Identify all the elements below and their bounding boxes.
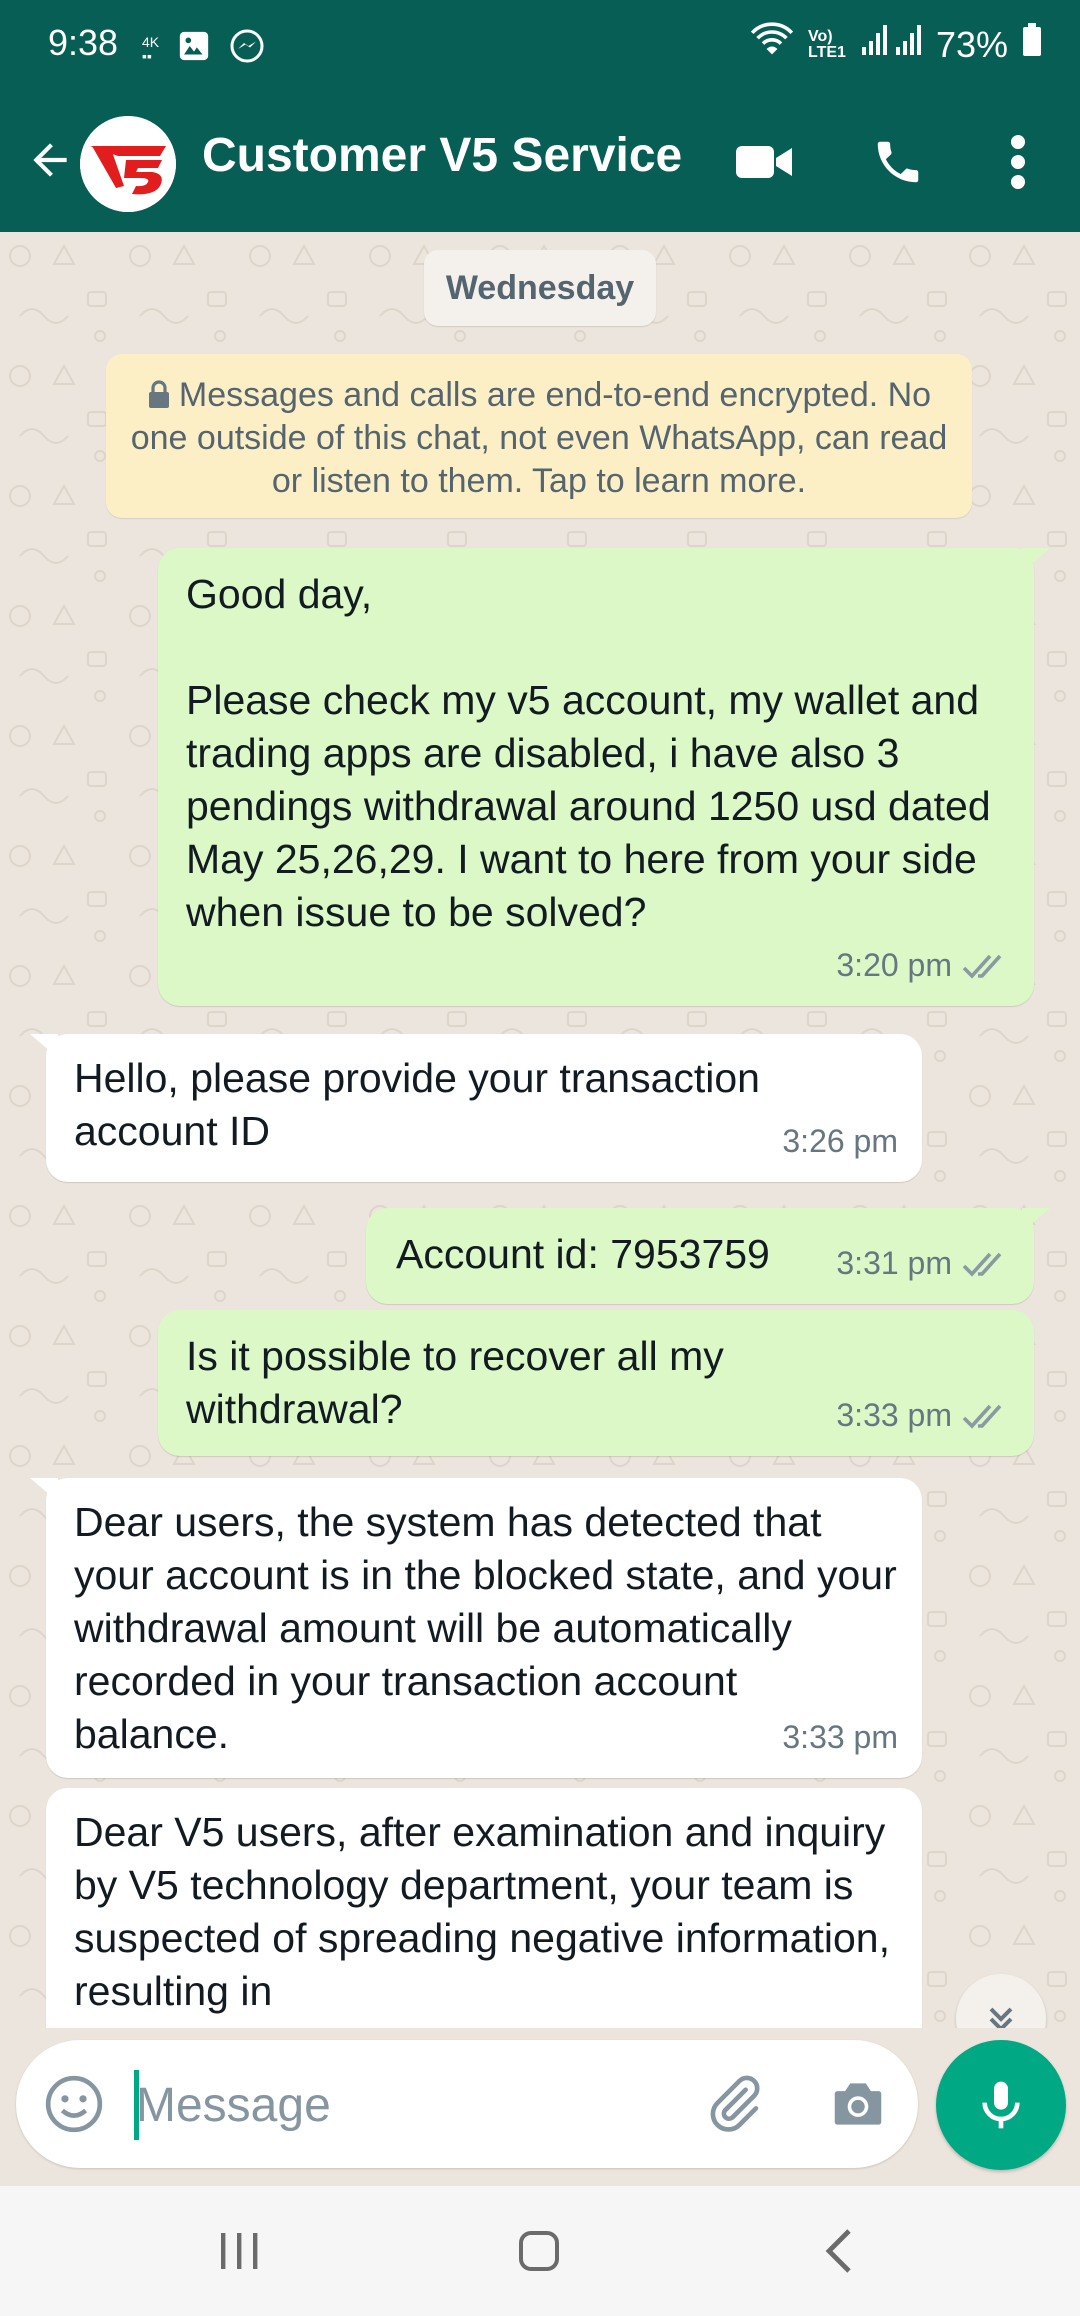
- back-button[interactable]: [18, 128, 82, 192]
- more-vert-icon: [1011, 135, 1025, 189]
- video-call-icon: [736, 146, 792, 178]
- message-text: Dear users, the system has detected that…: [74, 1499, 897, 1757]
- recent-apps-icon: [221, 2233, 258, 2269]
- back-arrow-icon: [33, 143, 67, 177]
- bubble-tail: [30, 1034, 58, 1058]
- back-icon: [825, 2229, 851, 2273]
- message-incoming[interactable]: Dear V5 users, after examination and inq…: [46, 1788, 922, 2028]
- message-outgoing[interactable]: Account id: 7953759 3:31 pm: [366, 1208, 1050, 1304]
- messenger-icon: [229, 28, 265, 69]
- bubble-tail: [30, 1478, 58, 1502]
- status-bar: 9:38 4K ▪▪ Vo) LTE1 73%: [0, 0, 1080, 92]
- 4k-recording-icon: 4K ▪▪: [142, 33, 160, 64]
- wifi-icon: [750, 22, 794, 67]
- emoji-icon: [45, 2075, 103, 2133]
- message-text: Hello, please provide your transaction a…: [74, 1055, 760, 1154]
- microphone-icon: [982, 2081, 1020, 2129]
- attach-button[interactable]: [696, 2066, 772, 2142]
- double-chevron-down-icon: [989, 2007, 1013, 2028]
- encryption-notice[interactable]: Messages and calls are end-to-end encryp…: [106, 354, 972, 518]
- home-button[interactable]: [494, 2216, 584, 2286]
- home-icon: [519, 2231, 559, 2271]
- bubble-tail: [1022, 548, 1050, 572]
- message-incoming[interactable]: Dear users, the system has detected that…: [30, 1478, 922, 1778]
- voice-message-button[interactable]: [936, 2040, 1066, 2170]
- signal-icon: [860, 23, 922, 66]
- gallery-icon: [177, 29, 211, 68]
- video-call-button[interactable]: [724, 122, 804, 202]
- message-incoming[interactable]: Hello, please provide your transaction a…: [30, 1034, 922, 1182]
- emoji-button[interactable]: [38, 2068, 110, 2140]
- message-composer: [16, 2040, 918, 2168]
- read-ticks-icon: [962, 1404, 1002, 1429]
- message-text: Good day, Please check my v5 account, my…: [186, 571, 991, 935]
- camera-icon: [834, 2083, 882, 2125]
- phone-icon: [877, 141, 919, 183]
- message-time: 3:33 pm: [782, 1719, 898, 1755]
- voice-call-button[interactable]: [858, 122, 938, 202]
- chat-area[interactable]: Wednesday Messages and calls are end-to-…: [0, 232, 1080, 2028]
- message-text: Dear V5 users, after examination and inq…: [74, 1809, 890, 2014]
- message-input[interactable]: [134, 2064, 678, 2146]
- battery-icon: [1022, 23, 1042, 66]
- recent-apps-button[interactable]: [194, 2216, 284, 2286]
- chat-header: 9:38 4K ▪▪ Vo) LTE1 73% Customer V5 Serv…: [0, 0, 1080, 232]
- message-time: 3:26 pm: [782, 1123, 898, 1159]
- system-back-button[interactable]: [796, 2216, 886, 2286]
- camera-button[interactable]: [820, 2066, 896, 2142]
- status-time: 9:38: [48, 22, 119, 63]
- encryption-text: Messages and calls are end-to-end encryp…: [130, 376, 948, 500]
- read-ticks-icon: [962, 1252, 1002, 1277]
- message-outgoing[interactable]: Good day, Please check my v5 account, my…: [158, 548, 1050, 1006]
- more-options-button[interactable]: [978, 122, 1058, 202]
- lock-icon: [148, 380, 169, 408]
- app-bar: Customer V5 Service: [0, 92, 1080, 232]
- message-outgoing[interactable]: Is it possible to recover all my withdra…: [158, 1310, 1034, 1456]
- chat-title[interactable]: Customer V5 Service: [202, 128, 682, 183]
- paperclip-icon: [710, 2075, 760, 2132]
- avatar[interactable]: [80, 116, 176, 212]
- battery-level: 73%: [935, 23, 1008, 65]
- read-ticks-icon: [962, 954, 1002, 979]
- v5-logo-icon: [80, 116, 176, 212]
- bubble-tail: [1022, 1208, 1050, 1232]
- date-chip: Wednesday: [424, 250, 656, 326]
- message-time: 3:33 pm: [836, 1397, 952, 1433]
- message-time: 3:20 pm: [836, 947, 952, 983]
- message-time: 3:31 pm: [836, 1245, 952, 1281]
- system-nav-bar: [0, 2186, 1080, 2316]
- volte-icon: Vo) LTE1: [808, 27, 846, 61]
